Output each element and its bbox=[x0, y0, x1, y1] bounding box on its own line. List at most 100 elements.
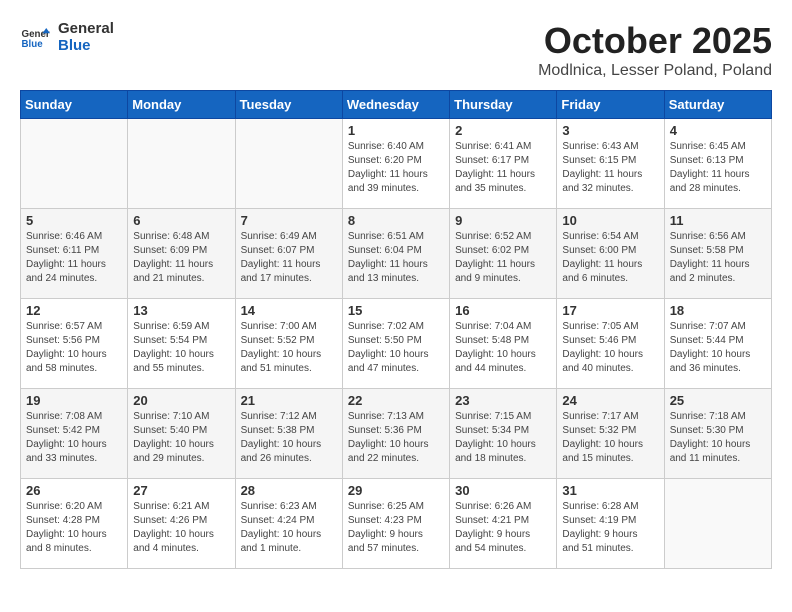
title-block: October 2025 Modlnica, Lesser Poland, Po… bbox=[538, 20, 772, 80]
day-cell: 31Sunrise: 6:28 AM Sunset: 4:19 PM Dayli… bbox=[557, 479, 664, 569]
day-header-tuesday: Tuesday bbox=[235, 91, 342, 119]
day-info: Sunrise: 7:04 AM Sunset: 5:48 PM Dayligh… bbox=[455, 320, 551, 376]
day-cell: 20Sunrise: 7:10 AM Sunset: 5:40 PM Dayli… bbox=[128, 389, 235, 479]
day-cell: 29 Sunrise: 6:25 AM Sunset: 4:23 PM Dayli… bbox=[342, 479, 449, 569]
location: Modlnica, Lesser Poland, Poland bbox=[538, 62, 772, 80]
day-number: 18 bbox=[670, 303, 766, 318]
day-cell: 27 Sunrise: 6:21 AM Sunset: 4:26 PM Dayli… bbox=[128, 479, 235, 569]
day-number: 28 bbox=[241, 483, 337, 498]
day-number: 4 bbox=[670, 123, 766, 138]
day-cell: 22 Sunrise: 7:13 AM Sunset: 5:36 PM Dayli… bbox=[342, 389, 449, 479]
day-number: 22 bbox=[348, 393, 444, 408]
day-info: Sunrise: 7:18 AM Sunset: 5:30 PM Dayligh… bbox=[670, 410, 766, 466]
day-number: 31 bbox=[562, 483, 658, 498]
day-info: Sunrise: 6:57 AM Sunset: 5:56 PM Dayligh… bbox=[26, 320, 122, 376]
day-cell bbox=[128, 119, 235, 209]
month-title: October 2025 bbox=[538, 20, 772, 62]
day-info: Sunrise: 6:40 AM Sunset: 6:20 PM Dayligh… bbox=[348, 140, 444, 196]
day-info: Sunrise: 6:48 AM Sunset: 6:09 PM Dayligh… bbox=[133, 230, 229, 286]
day-cell: 8 Sunrise: 6:51 AM Sunset: 6:04 PM Daylig… bbox=[342, 209, 449, 299]
day-info: Sunrise: 6:23 AM Sunset: 4:24 PM Dayligh… bbox=[241, 500, 337, 556]
day-cell: 6Sunrise: 6:48 AM Sunset: 6:09 PM Daylig… bbox=[128, 209, 235, 299]
day-cell: 18 Sunrise: 7:07 AM Sunset: 5:44 PM Dayli… bbox=[664, 299, 771, 389]
page-header: General Blue General Blue October 2025 M… bbox=[20, 20, 772, 80]
day-number: 2 bbox=[455, 123, 551, 138]
logo-general-text: General bbox=[58, 20, 114, 37]
svg-text:Blue: Blue bbox=[22, 39, 44, 50]
day-info: Sunrise: 6:59 AM Sunset: 5:54 PM Dayligh… bbox=[133, 320, 229, 376]
day-number: 13 bbox=[133, 303, 229, 318]
day-info: Sunrise: 6:25 AM Sunset: 4:23 PM Dayligh… bbox=[348, 500, 444, 556]
day-info: Sunrise: 6:45 AM Sunset: 6:13 PM Dayligh… bbox=[670, 140, 766, 196]
day-number: 12 bbox=[26, 303, 122, 318]
day-cell: 23 Sunrise: 7:15 AM Sunset: 5:34 PM Dayli… bbox=[450, 389, 557, 479]
day-info: Sunrise: 7:08 AM Sunset: 5:42 PM Dayligh… bbox=[26, 410, 122, 466]
day-info: Sunrise: 7:00 AM Sunset: 5:52 PM Dayligh… bbox=[241, 320, 337, 376]
day-info: Sunrise: 7:15 AM Sunset: 5:34 PM Dayligh… bbox=[455, 410, 551, 466]
day-cell: 14 Sunrise: 7:00 AM Sunset: 5:52 PM Dayli… bbox=[235, 299, 342, 389]
day-number: 16 bbox=[455, 303, 551, 318]
day-info: Sunrise: 7:10 AM Sunset: 5:40 PM Dayligh… bbox=[133, 410, 229, 466]
day-number: 27 bbox=[133, 483, 229, 498]
day-cell: 11 Sunrise: 6:56 AM Sunset: 5:58 PM Dayli… bbox=[664, 209, 771, 299]
logo: General Blue General Blue bbox=[20, 20, 114, 54]
day-number: 8 bbox=[348, 213, 444, 228]
day-number: 30 bbox=[455, 483, 551, 498]
day-cell bbox=[21, 119, 128, 209]
day-number: 25 bbox=[670, 393, 766, 408]
day-cell: 13 Sunrise: 6:59 AM Sunset: 5:54 PM Dayli… bbox=[128, 299, 235, 389]
day-number: 15 bbox=[348, 303, 444, 318]
day-cell: 24 Sunrise: 7:17 AM Sunset: 5:32 PM Dayli… bbox=[557, 389, 664, 479]
day-info: Sunrise: 6:26 AM Sunset: 4:21 PM Dayligh… bbox=[455, 500, 551, 556]
day-info: Sunrise: 6:46 AM Sunset: 6:11 PM Dayligh… bbox=[26, 230, 122, 286]
day-number: 3 bbox=[562, 123, 658, 138]
day-info: Sunrise: 6:54 AM Sunset: 6:00 PM Dayligh… bbox=[562, 230, 658, 286]
day-header-wednesday: Wednesday bbox=[342, 91, 449, 119]
day-number: 23 bbox=[455, 393, 551, 408]
day-info: Sunrise: 6:41 AM Sunset: 6:17 PM Dayligh… bbox=[455, 140, 551, 196]
day-cell: 26Sunrise: 6:20 AM Sunset: 4:28 PM Dayli… bbox=[21, 479, 128, 569]
day-number: 10 bbox=[562, 213, 658, 228]
day-cell: 21Sunrise: 7:12 AM Sunset: 5:38 PM Dayli… bbox=[235, 389, 342, 479]
day-info: Sunrise: 6:43 AM Sunset: 6:15 PM Dayligh… bbox=[562, 140, 658, 196]
day-number: 24 bbox=[562, 393, 658, 408]
day-info: Sunrise: 7:17 AM Sunset: 5:32 PM Dayligh… bbox=[562, 410, 658, 466]
week-row-1: 1Sunrise: 6:40 AM Sunset: 6:20 PM Daylig… bbox=[21, 119, 772, 209]
day-info: Sunrise: 7:13 AM Sunset: 5:36 PM Dayligh… bbox=[348, 410, 444, 466]
day-cell: 4 Sunrise: 6:45 AM Sunset: 6:13 PM Daylig… bbox=[664, 119, 771, 209]
day-cell: 25 Sunrise: 7:18 AM Sunset: 5:30 PM Dayli… bbox=[664, 389, 771, 479]
logo-blue-text: Blue bbox=[58, 37, 114, 54]
week-row-5: 26Sunrise: 6:20 AM Sunset: 4:28 PM Dayli… bbox=[21, 479, 772, 569]
day-info: Sunrise: 7:12 AM Sunset: 5:38 PM Dayligh… bbox=[241, 410, 337, 466]
day-number: 29 bbox=[348, 483, 444, 498]
day-header-sunday: Sunday bbox=[21, 91, 128, 119]
day-cell: 3 Sunrise: 6:43 AM Sunset: 6:15 PM Daylig… bbox=[557, 119, 664, 209]
day-cell: 28 Sunrise: 6:23 AM Sunset: 4:24 PM Dayli… bbox=[235, 479, 342, 569]
week-row-4: 19 Sunrise: 7:08 AM Sunset: 5:42 PM Dayli… bbox=[21, 389, 772, 479]
day-cell: 5Sunrise: 6:46 AM Sunset: 6:11 PM Daylig… bbox=[21, 209, 128, 299]
day-cell bbox=[235, 119, 342, 209]
day-header-friday: Friday bbox=[557, 91, 664, 119]
day-number: 9 bbox=[455, 213, 551, 228]
day-number: 11 bbox=[670, 213, 766, 228]
day-cell: 7Sunrise: 6:49 AM Sunset: 6:07 PM Daylig… bbox=[235, 209, 342, 299]
day-info: Sunrise: 6:49 AM Sunset: 6:07 PM Dayligh… bbox=[241, 230, 337, 286]
day-info: Sunrise: 7:05 AM Sunset: 5:46 PM Dayligh… bbox=[562, 320, 658, 376]
calendar-table: SundayMondayTuesdayWednesdayThursdayFrid… bbox=[20, 90, 772, 569]
day-number: 17 bbox=[562, 303, 658, 318]
day-cell: 17 Sunrise: 7:05 AM Sunset: 5:46 PM Dayli… bbox=[557, 299, 664, 389]
day-number: 14 bbox=[241, 303, 337, 318]
day-cell: 12 Sunrise: 6:57 AM Sunset: 5:56 PM Dayli… bbox=[21, 299, 128, 389]
day-info: Sunrise: 6:21 AM Sunset: 4:26 PM Dayligh… bbox=[133, 500, 229, 556]
day-info: Sunrise: 6:20 AM Sunset: 4:28 PM Dayligh… bbox=[26, 500, 122, 556]
day-header-thursday: Thursday bbox=[450, 91, 557, 119]
day-info: Sunrise: 7:02 AM Sunset: 5:50 PM Dayligh… bbox=[348, 320, 444, 376]
day-info: Sunrise: 6:51 AM Sunset: 6:04 PM Dayligh… bbox=[348, 230, 444, 286]
day-cell bbox=[664, 479, 771, 569]
day-cell: 1Sunrise: 6:40 AM Sunset: 6:20 PM Daylig… bbox=[342, 119, 449, 209]
day-number: 19 bbox=[26, 393, 122, 408]
day-cell: 19 Sunrise: 7:08 AM Sunset: 5:42 PM Dayli… bbox=[21, 389, 128, 479]
day-info: Sunrise: 7:07 AM Sunset: 5:44 PM Dayligh… bbox=[670, 320, 766, 376]
day-cell: 9Sunrise: 6:52 AM Sunset: 6:02 PM Daylig… bbox=[450, 209, 557, 299]
day-info: Sunrise: 6:56 AM Sunset: 5:58 PM Dayligh… bbox=[670, 230, 766, 286]
